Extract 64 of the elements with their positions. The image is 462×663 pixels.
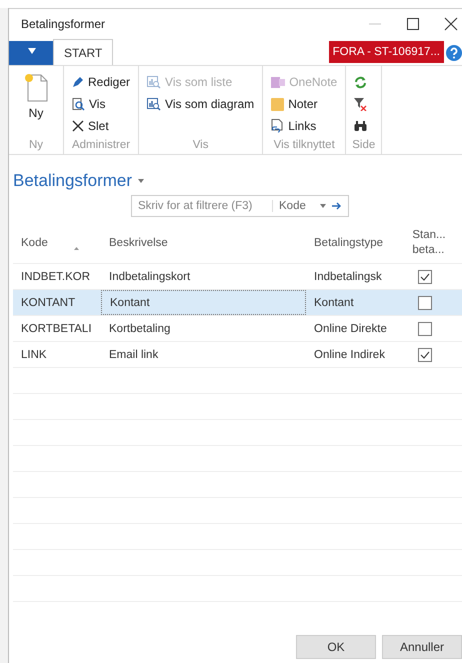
help-icon[interactable]	[446, 45, 462, 61]
ribbon-group-label: Ny	[28, 139, 44, 151]
table-row[interactable]: LINK Email link Online Indirek	[13, 341, 462, 367]
binoculars-icon	[354, 120, 368, 132]
ribbon-tab[interactable]: START	[53, 39, 114, 65]
table-cell-text: Online Direkte	[313, 322, 388, 336]
table-cell: Kontant	[101, 290, 306, 315]
onenote-icon	[271, 76, 286, 88]
table-cell-text: Online Indirek	[313, 348, 386, 362]
table-row[interactable]: KORTBETALI Kortbetaling Online Direkte	[13, 315, 462, 341]
table-cell-text: Indbetalingskort	[108, 270, 192, 284]
caret-icon[interactable]	[138, 179, 144, 183]
cross-icon	[72, 120, 84, 132]
refresh-icon	[354, 76, 368, 88]
caret-icon[interactable]	[320, 204, 326, 208]
pencil-icon	[72, 76, 84, 88]
chart-magnifier-icon	[147, 76, 162, 88]
ribbon-button[interactable]: Vis som diagram	[145, 94, 256, 114]
magnifier-page-icon	[72, 98, 85, 110]
table-cell-text: INDBET.KOR	[20, 270, 92, 284]
checkbox[interactable]	[418, 322, 432, 336]
table-cell-text: Kortbetaling	[108, 322, 172, 336]
company-badge[interactable]: FORA - ST-106917...	[328, 41, 444, 63]
column-header[interactable]: Beskrivelse	[109, 237, 168, 249]
app-menu-button[interactable]	[9, 41, 53, 65]
table-cell-text: Indbetalingsk	[313, 270, 383, 284]
column-header[interactable]: Stan... beta...	[412, 228, 446, 258]
page-title: Betalingsformer	[13, 171, 132, 191]
sticky-note-icon	[271, 98, 284, 110]
table-cell-text: LINK	[20, 348, 48, 362]
column-header[interactable]: Kode	[21, 236, 48, 248]
ribbon-button[interactable]: Slet	[70, 116, 132, 136]
close-icon[interactable]	[444, 17, 458, 31]
column-header[interactable]: Betalingstype	[314, 237, 384, 249]
table-cell-text: KONTANT	[20, 296, 76, 310]
dialog-button[interactable]: OK	[296, 635, 376, 659]
ribbon-button[interactable]: Links	[269, 116, 340, 136]
ribbon-button[interactable]: Rediger	[70, 72, 132, 92]
maximize-icon[interactable]	[406, 17, 420, 31]
checkbox[interactable]	[418, 270, 432, 284]
table-row[interactable]: KONTANT Kontant Kontant	[13, 289, 462, 315]
ribbon-group-label: Administrer	[70, 139, 132, 151]
ribbon-group-label: Vis	[192, 139, 210, 151]
ribbon-button[interactable]: Noter	[269, 94, 340, 114]
window-title: Betalingsformer	[21, 17, 106, 31]
filter-clear-icon	[354, 98, 368, 110]
ribbon-button[interactable]: Vis	[70, 94, 132, 114]
chart-magnifier-icon	[147, 98, 162, 110]
dialog-button[interactable]: Annuller	[382, 635, 462, 659]
table-cell-text: KORTBETALI	[20, 322, 93, 336]
filter-field[interactable]: Skriv for at filtrere (F3) Kode	[131, 195, 349, 217]
table-cell-text: Email link	[108, 348, 160, 362]
caret-icon	[28, 48, 36, 54]
arrow-right-icon[interactable]	[332, 202, 342, 210]
ribbon-group-label: Vis tilknyttet	[272, 139, 336, 151]
table-cell-text: Kontant	[313, 296, 355, 310]
checkbox[interactable]	[418, 348, 432, 362]
ribbon-group-label: Side	[352, 139, 376, 151]
ribbon-button[interactable]: Ny	[15, 72, 57, 120]
new-document-icon	[23, 72, 49, 102]
filter-column-dropdown[interactable]: Kode	[279, 200, 314, 212]
checkbox[interactable]	[418, 296, 432, 310]
sort-icon[interactable]	[74, 246, 79, 250]
link-page-icon	[271, 119, 284, 133]
